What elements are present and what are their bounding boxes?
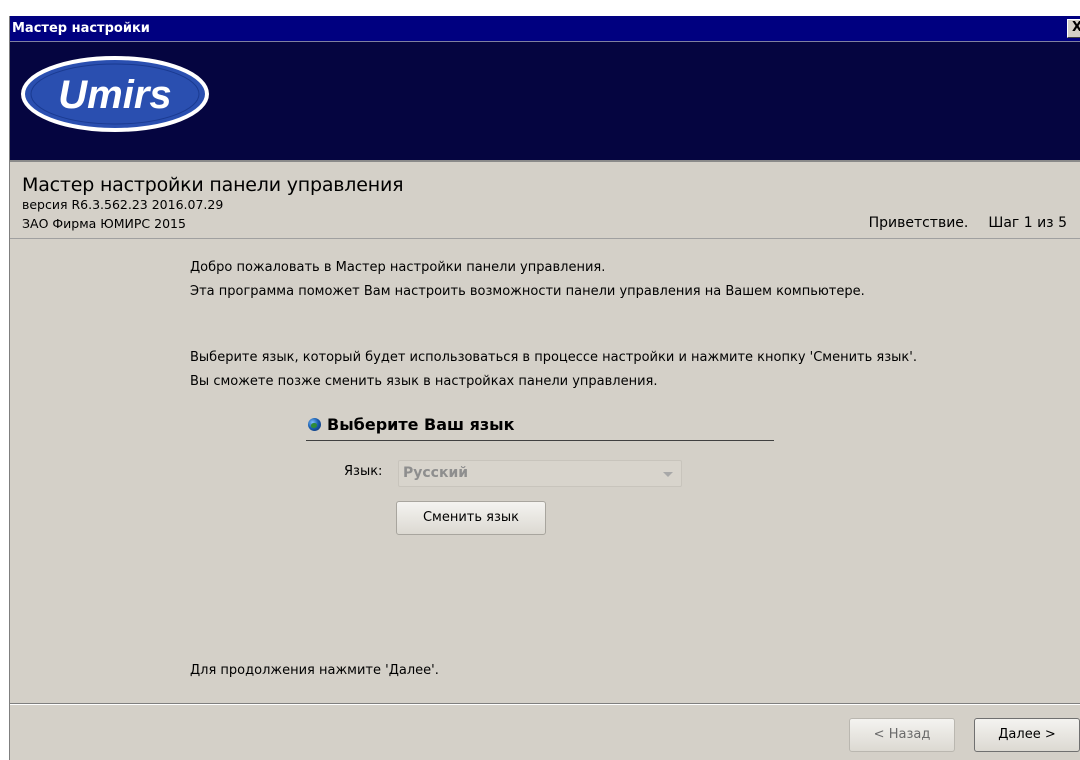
next-button[interactable]: Далее > bbox=[974, 718, 1080, 752]
chevron-down-icon bbox=[663, 472, 673, 477]
step-counter: Шаг 1 из 5 bbox=[988, 215, 1067, 231]
globe-icon bbox=[308, 418, 321, 431]
welcome-text-2: Эта программа поможет Вам настроить возм… bbox=[190, 284, 865, 299]
setup-wizard-window: Мастер настройки X Umirs Мастер настройк… bbox=[9, 16, 1080, 760]
header-separator bbox=[10, 160, 1080, 162]
welcome-text-1: Добро пожаловать в Мастер настройки пане… bbox=[190, 260, 606, 275]
logo-text: Umirs bbox=[58, 73, 171, 117]
continue-hint: Для продолжения нажмите 'Далее'. bbox=[190, 663, 439, 678]
change-language-button[interactable]: Сменить язык bbox=[396, 501, 546, 535]
section-title-text: Выберите Ваш язык bbox=[327, 415, 515, 434]
choose-language-text-1: Выберите язык, который будет использоват… bbox=[190, 350, 917, 365]
title-bar: Мастер настройки X bbox=[10, 16, 1080, 41]
footer-separator bbox=[10, 703, 1080, 705]
step-name: Приветствие. bbox=[868, 215, 969, 231]
close-icon: X bbox=[1072, 20, 1080, 35]
version-text: версия R6.3.562.23 2016.07.29 bbox=[22, 197, 224, 212]
language-section-title: Выберите Ваш язык bbox=[306, 414, 774, 441]
umirs-logo: Umirs bbox=[21, 56, 209, 132]
header-divider bbox=[10, 238, 1080, 239]
step-indicator: Приветствие. Шаг 1 из 5 bbox=[869, 215, 1067, 231]
company-text: ЗАО Фирма ЮМИРС 2015 bbox=[22, 216, 186, 231]
language-select-value: Русский bbox=[403, 465, 469, 481]
close-button[interactable]: X bbox=[1067, 19, 1080, 38]
language-select[interactable]: Русский bbox=[398, 460, 682, 487]
choose-language-text-2: Вы сможете позже сменить язык в настройк… bbox=[190, 374, 658, 389]
wizard-title: Мастер настройки панели управления bbox=[22, 174, 404, 196]
header-banner: Umirs bbox=[10, 41, 1080, 161]
language-label: Язык: bbox=[344, 464, 383, 479]
window-title: Мастер настройки bbox=[12, 21, 150, 36]
back-button[interactable]: < Назад bbox=[849, 718, 955, 752]
